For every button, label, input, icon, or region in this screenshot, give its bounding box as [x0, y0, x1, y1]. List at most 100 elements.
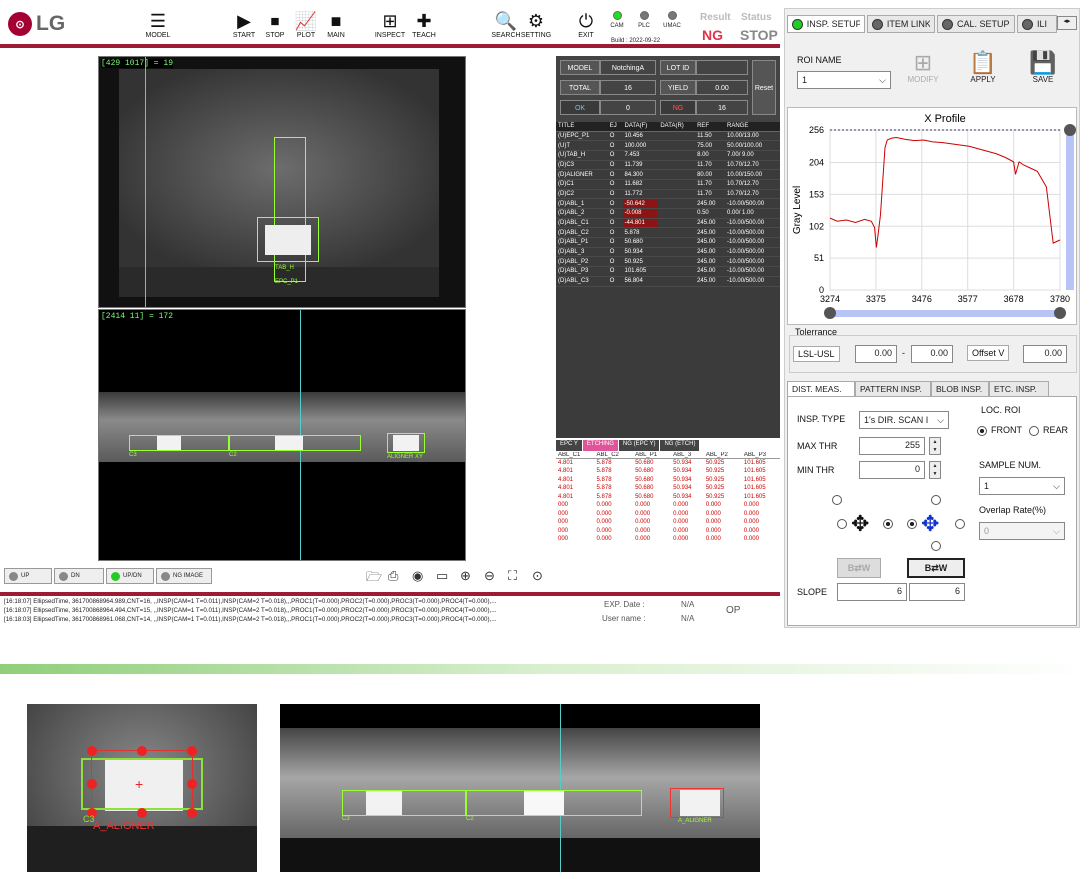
- fit-screen-icon[interactable]: ⛶: [508, 568, 517, 584]
- max-thr-spinner[interactable]: ▲ ▼: [929, 437, 941, 455]
- table-row[interactable]: 4.801 5.878 50.680 50.934 50.925 101.605: [556, 467, 780, 476]
- min-thr-input[interactable]: 0: [859, 461, 925, 479]
- log-panel[interactable]: [16:18:07] EllipsedTime, 361700868964.98…: [4, 597, 544, 627]
- table-row[interactable]: (D)C3 O 11.739 11.70 10.70/12.70: [556, 160, 780, 171]
- table-row[interactable]: (D)ALIGNER O 84.300 80.00 10.00/150.00: [556, 169, 780, 180]
- live-icon[interactable]: ▭: [436, 568, 448, 584]
- dir-left-radio[interactable]: [907, 519, 917, 529]
- table-row[interactable]: (U)T O 100.000 75.00 50.00/100.00: [556, 140, 780, 151]
- table-row[interactable]: 4.801 5.878 50.680 50.934 50.925 101.605: [556, 476, 780, 485]
- subtab-blob-insp-[interactable]: BLOB INSP.: [931, 381, 989, 397]
- table-row[interactable]: (D)ABL_2 O -0.008 0.50 0.00/ 1.00: [556, 208, 780, 219]
- view-toggle-dn[interactable]: DN: [54, 568, 104, 584]
- table-row[interactable]: 000 0.000 0.000 0.000 0.000 0.000: [556, 501, 780, 510]
- overlap-rate-select[interactable]: 0 ⌵: [979, 522, 1065, 540]
- dir-right-radio[interactable]: [883, 519, 893, 529]
- table-row[interactable]: (D)ABL_C2 O 5.878 245.00 -10.00/500.00: [556, 227, 780, 239]
- bw-button-left[interactable]: B⇄W: [837, 558, 881, 578]
- rear-radio[interactable]: [1029, 426, 1039, 436]
- status-led-plc: PLC: [629, 11, 659, 29]
- table-row[interactable]: (D)ABL_3 O 50.934 245.00 -10.00/500.00: [556, 247, 780, 258]
- dir-up-radio[interactable]: [931, 495, 941, 505]
- reset-button[interactable]: Reset: [752, 60, 776, 115]
- toolbar-teach-button[interactable]: ✚ TEACH: [404, 10, 444, 39]
- status-dot-icon: [872, 18, 883, 30]
- roi-aligner-box[interactable]: [387, 433, 425, 453]
- table-row[interactable]: 000 0.000 0.000 0.000 0.000 0.000: [556, 527, 780, 536]
- table-row[interactable]: 4.801 5.878 50.680 50.934 50.925 101.605: [556, 484, 780, 493]
- dir-left-radio[interactable]: [837, 519, 847, 529]
- tab-item-link[interactable]: ITEM LINK: [867, 15, 935, 33]
- result-tab[interactable]: ETCHING: [582, 440, 618, 451]
- table-row[interactable]: (D)ABL_P2 O 50.925 245.00 -10.00/500.00: [556, 256, 780, 268]
- chevron-down-icon: ⌵: [1053, 525, 1060, 536]
- offset-input[interactable]: 0.00: [1023, 345, 1067, 363]
- save-image-icon[interactable]: ⎙: [388, 568, 398, 584]
- result-tab[interactable]: NG (EPC Y): [618, 440, 660, 451]
- min-thr-spinner[interactable]: ▲ ▼: [929, 461, 941, 479]
- table-row[interactable]: (U)EPC_P1 O 10.456 11.50 10.00/13.00: [556, 131, 780, 142]
- sample-num-select[interactable]: 1 ⌵: [979, 477, 1065, 495]
- zoom-reset-icon[interactable]: ⊙: [532, 568, 543, 584]
- table-row[interactable]: (U)TAB_H O 7.453 8.00 7.00/ 9.00: [556, 150, 780, 161]
- table-row[interactable]: (D)ABL_C3 O 56.804 245.00 -10.00/500.00: [556, 276, 780, 287]
- slope-label: SLOPE: [797, 587, 828, 597]
- results-table: TITLE EJ DATA(F) DATA(R) REF RANGE (U)EPC_P1 O 1…: [556, 122, 780, 438]
- table-row[interactable]: (D)ABL_P3 O 101.605 245.00 -10.00/500.00: [556, 266, 780, 277]
- subtab-dist-meas-[interactable]: DIST. MEAS.: [787, 381, 855, 397]
- dir-right-radio[interactable]: [955, 519, 965, 529]
- result-tab[interactable]: NG (ETCH): [660, 440, 700, 451]
- table-row[interactable]: (D)C1 O 11.682 11.70 10.70/12.70: [556, 179, 780, 190]
- table-row[interactable]: 000 0.000 0.000 0.000 0.000 0.000: [556, 518, 780, 527]
- view-toggle-updn[interactable]: UP/DN: [106, 568, 154, 584]
- table-row[interactable]: (D)ABL_1 O -50.642 245.00 -10.00/500.00: [556, 198, 780, 209]
- front-radio[interactable]: [977, 426, 987, 436]
- table-row[interactable]: (D)ABL_C1 O -44.801 245.00 -10.00/500.00: [556, 218, 780, 229]
- bw-button-right[interactable]: B⇄W: [907, 558, 965, 578]
- table-row[interactable]: 000 0.000 0.000 0.000 0.000 0.000: [556, 510, 780, 519]
- tab-scroll-icon[interactable]: ◂▸: [1057, 16, 1077, 30]
- table-row[interactable]: (D)ABL_P1 O 50.680 245.00 -10.00/500.00: [556, 237, 780, 248]
- snapshot-icon[interactable]: ◉: [412, 568, 423, 584]
- dir-up-radio[interactable]: [832, 495, 842, 505]
- table-row[interactable]: 000 0.000 0.000 0.000 0.000 0.000: [556, 535, 780, 544]
- usl-input[interactable]: 0.00: [911, 345, 953, 363]
- modify-button[interactable]: ⊞ MODIFY: [901, 51, 945, 85]
- save-button[interactable]: 💾 SAVE: [1021, 51, 1065, 85]
- tab-ili[interactable]: ILI: [1017, 15, 1057, 33]
- zoom-out-icon[interactable]: ⊖: [484, 568, 495, 584]
- subtab-pattern-insp-[interactable]: PATTERN INSP.: [855, 381, 931, 397]
- toolbar-model-button[interactable]: ☰ MODEL: [138, 10, 178, 39]
- view-toggle-up[interactable]: UP: [4, 568, 52, 584]
- front-label: FRONT: [991, 425, 1022, 435]
- zoom-in-icon[interactable]: ⊕: [460, 568, 471, 584]
- tab-insp-setup[interactable]: INSP. SETUP: [787, 15, 865, 33]
- roi-c3-box[interactable]: [129, 435, 229, 451]
- subtab-etc-insp-[interactable]: ETC. INSP.: [989, 381, 1049, 397]
- radio-icon: [59, 571, 68, 581]
- toolbar-main-button[interactable]: ■ MAIN: [316, 10, 356, 39]
- dir-down-radio[interactable]: [931, 541, 941, 551]
- insp-type-select[interactable]: 1's DIR. SCAN I ⌵: [859, 411, 949, 429]
- toolbar-exit-button[interactable]: ⏻ EXIT: [566, 10, 606, 39]
- table-row[interactable]: 4.801 5.878 50.680 50.934 50.925 101.605: [556, 459, 780, 468]
- roi-name-select[interactable]: 1 ⌵: [797, 71, 891, 89]
- lsl-input[interactable]: 0.00: [855, 345, 897, 363]
- max-thr-input[interactable]: 255: [859, 437, 925, 455]
- slope-right-input[interactable]: 6: [909, 583, 965, 601]
- x-tick-label: 3375: [866, 294, 886, 304]
- open-folder-icon[interactable]: 🗁: [366, 568, 382, 590]
- apply-button[interactable]: 📋 APPLY: [961, 51, 1005, 85]
- roi-name-label: ROI NAME: [797, 55, 842, 65]
- camera-view-bottom[interactable]: [2414 11] = 172 C3 C2 ALIGNER XY: [98, 309, 466, 561]
- camera-view-top[interactable]: [429 1017] = 19 TAB_H EPC_P1: [98, 56, 466, 308]
- result-tab[interactable]: EPC Y: [556, 440, 582, 451]
- slope-left-input[interactable]: 6: [837, 583, 907, 601]
- view-toggle-ngimage[interactable]: NG IMAGE: [156, 568, 212, 584]
- tab-cal-setup[interactable]: CAL. SETUP: [937, 15, 1015, 33]
- roi-c2-box[interactable]: [229, 435, 361, 451]
- toolbar-setting-button[interactable]: ⚙ SETTING: [516, 10, 556, 39]
- roi-tab-box[interactable]: [257, 217, 319, 262]
- table-row[interactable]: (D)C2 O 11.772 11.70 10.70/12.70: [556, 189, 780, 200]
- table-row[interactable]: 4.801 5.878 50.680 50.934 50.925 101.605: [556, 493, 780, 502]
